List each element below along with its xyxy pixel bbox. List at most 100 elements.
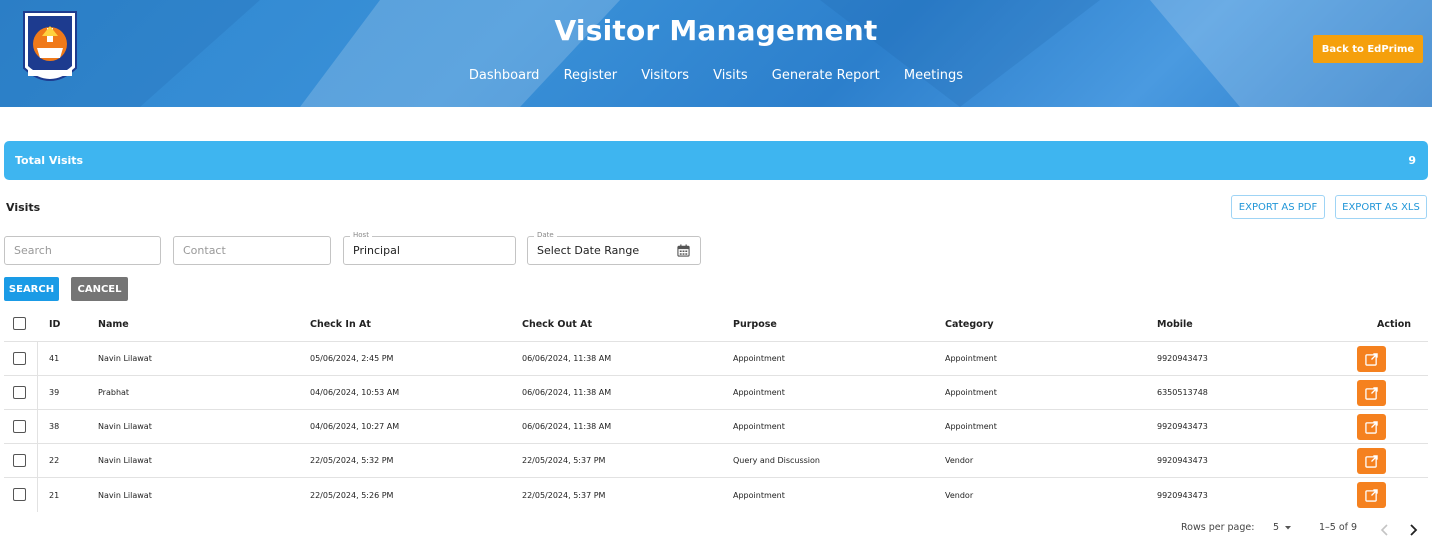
export-pdf-button[interactable]: EXPORT AS PDF: [1231, 195, 1325, 219]
contact-placeholder: Contact: [183, 244, 226, 257]
cell-id: 39: [49, 388, 60, 397]
date-value: Select Date Range: [537, 244, 640, 257]
column-header-purpose[interactable]: Purpose: [733, 307, 777, 341]
cell-purpose: Appointment: [733, 490, 785, 500]
caret-down-icon: [1285, 525, 1292, 529]
cell-id: 41: [49, 354, 60, 363]
cell-category: Appointment: [945, 388, 997, 397]
main-nav: Dashboard Register Visitors Visits Gener…: [0, 68, 1432, 83]
column-divider: [37, 444, 38, 477]
host-label: Host: [350, 231, 372, 239]
column-divider: [37, 478, 38, 512]
nav-visits[interactable]: Visits: [713, 68, 747, 83]
cell-check-out: 06/06/2024, 11:38 AM: [522, 388, 612, 397]
row-action-button[interactable]: [1357, 380, 1386, 406]
cell-check-in: 04/06/2024, 10:27 AM: [310, 422, 400, 431]
cell-check-out: 06/06/2024, 11:38 AM: [522, 354, 612, 363]
column-header-action: Action: [1377, 318, 1412, 330]
table-header-row: ID Name Check In At Check Out At Purpose…: [4, 307, 1428, 342]
column-divider: [37, 376, 38, 409]
row-checkbox[interactable]: [13, 454, 26, 467]
row-checkbox[interactable]: [13, 420, 26, 433]
app-header: Visitor Management Dashboard Register Vi…: [0, 0, 1432, 107]
pagination-range: 1–5 of 9: [1319, 522, 1358, 533]
visits-section-title: Visits: [6, 201, 41, 214]
select-all-checkbox[interactable]: [13, 317, 26, 330]
row-action-button[interactable]: [1357, 482, 1386, 508]
cell-id: 38: [49, 422, 60, 431]
cell-category: Vendor: [945, 490, 974, 500]
rows-per-page-select[interactable]: 5: [1273, 522, 1292, 533]
row-checkbox[interactable]: [13, 352, 26, 365]
chevron-right-icon[interactable]: [1408, 524, 1418, 536]
table-row[interactable]: 22 Navin Lilawat 22/05/2024, 5:32 PM 22/…: [4, 444, 1428, 478]
total-visits-count: 9: [1408, 154, 1416, 167]
row-action-button[interactable]: [1357, 414, 1386, 440]
back-to-edprime-button[interactable]: Back to EdPrime: [1313, 35, 1423, 63]
cell-check-out: 22/05/2024, 5:37 PM: [522, 456, 606, 465]
cell-check-in: 22/05/2024, 5:32 PM: [310, 456, 394, 465]
cell-mobile: 6350513748: [1157, 388, 1208, 397]
nav-dashboard[interactable]: Dashboard: [469, 68, 540, 83]
nav-register[interactable]: Register: [564, 68, 618, 83]
column-divider: [37, 410, 38, 443]
search-button[interactable]: SEARCH: [4, 277, 59, 301]
column-header-check-out[interactable]: Check Out At: [522, 307, 592, 341]
row-action-button[interactable]: [1357, 448, 1386, 474]
column-header-category[interactable]: Category: [945, 307, 994, 341]
row-checkbox[interactable]: [13, 488, 26, 501]
visits-table: ID Name Check In At Check Out At Purpose…: [4, 307, 1428, 512]
host-value: Principal: [353, 244, 400, 257]
column-header-check-in[interactable]: Check In At: [310, 307, 371, 341]
cell-mobile: 9920943473: [1157, 422, 1208, 431]
table-row[interactable]: 21 Navin Lilawat 22/05/2024, 5:26 PM 22/…: [4, 478, 1428, 512]
table-row[interactable]: 41 Navin Lilawat 05/06/2024, 2:45 PM 06/…: [4, 342, 1428, 376]
rows-per-page-value: 5: [1273, 522, 1280, 533]
cell-check-in: 05/06/2024, 2:45 PM: [310, 354, 394, 363]
rows-per-page-label: Rows per page:: [1181, 522, 1255, 533]
nav-visitors[interactable]: Visitors: [641, 68, 689, 83]
cell-check-in: 04/06/2024, 10:53 AM: [310, 388, 400, 397]
cell-mobile: 9920943473: [1157, 456, 1208, 465]
row-action-button[interactable]: [1357, 346, 1386, 372]
cell-name: Navin Lilawat: [98, 422, 152, 431]
cell-purpose: Query and Discussion: [733, 456, 820, 465]
open-in-new-icon: [1365, 420, 1378, 434]
cell-purpose: Appointment: [733, 354, 785, 363]
open-in-new-icon: [1365, 352, 1378, 366]
table-row[interactable]: 39 Prabhat 04/06/2024, 10:53 AM 06/06/20…: [4, 376, 1428, 410]
cell-id: 21: [49, 490, 60, 500]
search-input[interactable]: Search: [4, 236, 161, 265]
contact-input[interactable]: Contact: [173, 236, 331, 265]
search-placeholder: Search: [14, 244, 52, 257]
host-select[interactable]: Host Principal: [343, 231, 516, 265]
cell-name: Prabhat: [98, 388, 130, 397]
table-row[interactable]: 38 Navin Lilawat 04/06/2024, 10:27 AM 06…: [4, 410, 1428, 444]
cell-id: 22: [49, 456, 60, 465]
total-visits-banner: Total Visits 9: [4, 141, 1428, 180]
column-header-id[interactable]: ID: [49, 307, 60, 341]
cell-mobile: 9920943473: [1157, 354, 1208, 363]
date-range-picker[interactable]: Date Select Date Range: [527, 231, 701, 265]
nav-meetings[interactable]: Meetings: [904, 68, 963, 83]
calendar-icon[interactable]: [677, 244, 690, 257]
cell-check-in: 22/05/2024, 5:26 PM: [310, 490, 394, 500]
nav-generate-report[interactable]: Generate Report: [772, 68, 880, 83]
cell-purpose: Appointment: [733, 388, 785, 397]
column-header-mobile[interactable]: Mobile: [1157, 307, 1193, 341]
column-header-name[interactable]: Name: [98, 307, 129, 341]
cell-category: Vendor: [945, 456, 974, 465]
cell-mobile: 9920943473: [1157, 490, 1208, 500]
cell-name: Navin Lilawat: [98, 456, 152, 465]
cancel-button[interactable]: CANCEL: [71, 277, 128, 301]
export-xls-button[interactable]: EXPORT AS XLS: [1335, 195, 1427, 219]
cell-check-out: 22/05/2024, 5:37 PM: [522, 490, 606, 500]
column-divider: [37, 342, 38, 375]
cell-check-out: 06/06/2024, 11:38 AM: [522, 422, 612, 431]
row-checkbox[interactable]: [13, 386, 26, 399]
cell-name: Navin Lilawat: [98, 354, 152, 363]
chevron-left-icon[interactable]: [1380, 524, 1390, 536]
total-visits-label: Total Visits: [15, 154, 84, 167]
cell-name: Navin Lilawat: [98, 490, 152, 500]
open-in-new-icon: [1365, 488, 1378, 502]
